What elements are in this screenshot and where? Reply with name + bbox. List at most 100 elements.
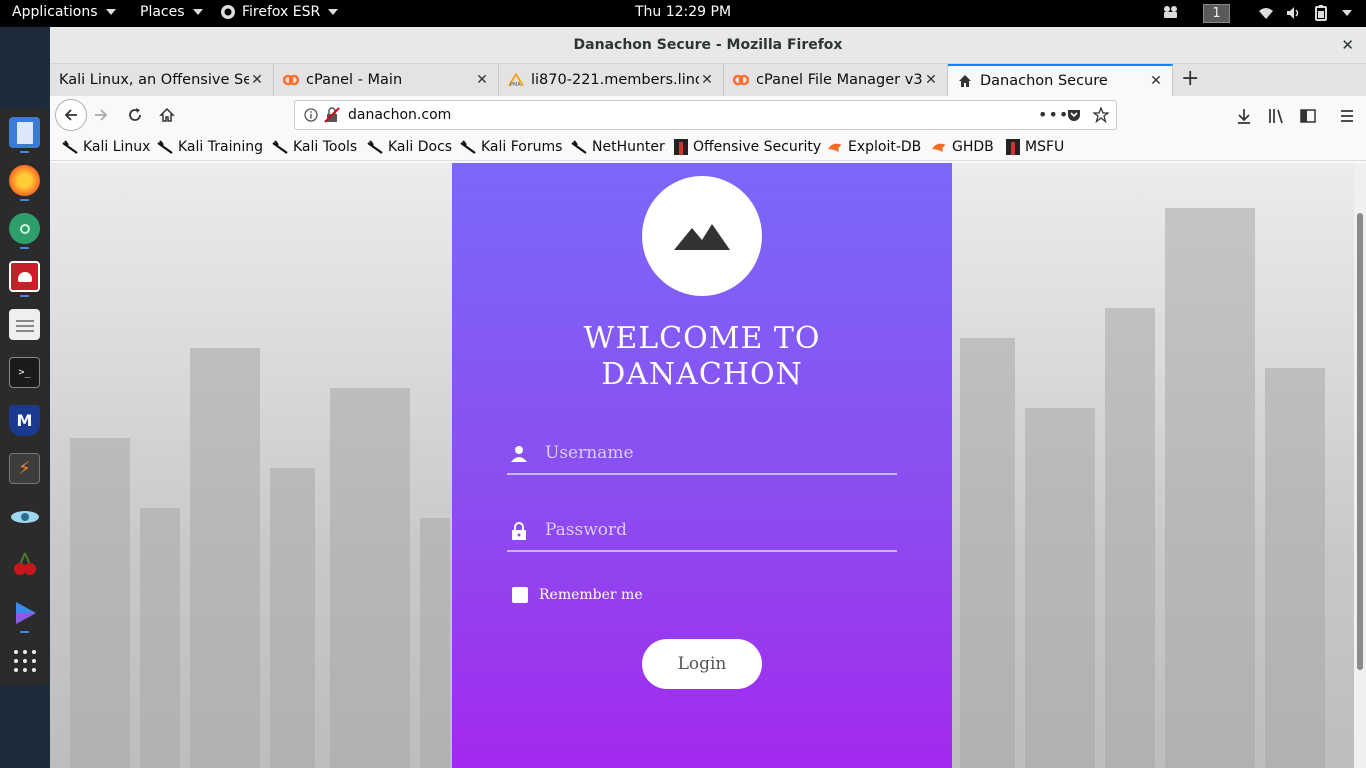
info-icon[interactable] xyxy=(304,108,318,122)
phpmyadmin-icon: PMA xyxy=(508,72,524,88)
bookmark-kali-docs[interactable]: Kali Docs xyxy=(367,139,452,155)
window-close-button[interactable]: ✕ xyxy=(1341,27,1354,64)
password-field xyxy=(507,512,897,552)
bookmark-kali-linux[interactable]: Kali Linux xyxy=(62,139,150,155)
window-titlebar: Danachon Secure - Mozilla Firefox ✕ xyxy=(50,27,1366,64)
tab-phpmyadmin[interactable]: PMA li870-221.members.lino ✕ xyxy=(499,64,724,96)
page-scrollbar[interactable] xyxy=(1354,163,1366,768)
cherrytree-icon[interactable] xyxy=(9,549,40,580)
volume-icon[interactable] xyxy=(1286,6,1302,20)
tab-label: cPanel - Main xyxy=(306,72,403,88)
bookmark-label: MSFU xyxy=(1025,139,1065,155)
bookmark-msfu[interactable]: MSFU xyxy=(1006,139,1064,155)
media-player-icon[interactable] xyxy=(9,597,40,628)
tab-label: cPanel File Manager v3 xyxy=(756,72,923,88)
battery-icon[interactable] xyxy=(1314,5,1328,21)
tab-label: li870-221.members.lino xyxy=(531,72,699,88)
bookmark-kali-forums[interactable]: Kali Forums xyxy=(460,139,562,155)
burp-suite-icon[interactable] xyxy=(9,261,40,292)
kali-dragon-icon xyxy=(272,140,288,154)
new-tab-button[interactable]: + xyxy=(1181,67,1199,91)
remember-me-checkbox[interactable] xyxy=(512,587,528,603)
bookmark-label: Offensive Security xyxy=(693,139,822,155)
bookmark-label: Kali Forums xyxy=(481,139,563,155)
bookmark-label: Kali Tools xyxy=(293,139,358,155)
remember-me[interactable]: Remember me xyxy=(512,587,643,603)
arrow-right-icon xyxy=(95,109,108,121)
hamburger-menu-icon[interactable] xyxy=(1339,108,1355,124)
url-bar[interactable]: danachon.com ••• xyxy=(294,100,1117,130)
bookmark-kali-tools[interactable]: Kali Tools xyxy=(272,139,357,155)
sidebar-icon[interactable] xyxy=(1300,108,1316,124)
tab-cpanel-file-manager[interactable]: cPanel File Manager v3 ✕ xyxy=(724,64,948,96)
scrollbar-thumb[interactable] xyxy=(1357,213,1363,670)
bookmark-label: Kali Linux xyxy=(83,139,151,155)
window-title: Danachon Secure - Mozilla Firefox xyxy=(573,37,843,53)
camera-icon[interactable] xyxy=(1162,5,1180,19)
atom-icon[interactable] xyxy=(9,213,40,244)
login-button[interactable]: Login xyxy=(642,639,762,689)
back-button[interactable] xyxy=(55,99,87,131)
bookmark-nethunter[interactable]: NetHunter xyxy=(571,139,665,155)
password-input[interactable] xyxy=(545,516,885,544)
kali-dragon-icon xyxy=(571,140,587,154)
maltego-eye-icon[interactable] xyxy=(9,501,40,532)
gnome-top-bar: Applications Places Firefox ESR Thu 12:2… xyxy=(0,0,1366,27)
home-icon xyxy=(957,73,973,89)
offsec-icon xyxy=(1006,139,1020,155)
exploitdb-icon xyxy=(932,143,946,152)
zap-icon[interactable]: ⚡ xyxy=(9,453,40,484)
reload-button[interactable] xyxy=(127,107,143,123)
bookmarks-toolbar: Kali Linux Kali Training Kali Tools Kali… xyxy=(50,137,1366,161)
offsec-icon xyxy=(674,139,688,155)
download-icon[interactable] xyxy=(1236,108,1252,124)
bookmark-offensive-security[interactable]: Offensive Security xyxy=(674,139,821,155)
bookmark-ghdb[interactable]: GHDB xyxy=(931,139,994,155)
tab-danachon-secure[interactable]: Danachon Secure ✕ xyxy=(948,64,1173,96)
files-icon[interactable] xyxy=(9,117,40,148)
kali-dragon-icon xyxy=(157,140,173,154)
kali-dragon-icon xyxy=(62,140,78,154)
show-applications-icon[interactable] xyxy=(9,645,40,676)
terminal-icon[interactable]: >_ xyxy=(9,357,40,388)
text-editor-icon[interactable] xyxy=(9,309,40,340)
page-content: WELCOME TO DANACHON Remember me Login xyxy=(50,163,1366,768)
username-input[interactable] xyxy=(545,439,885,467)
tab-close-icon[interactable]: ✕ xyxy=(923,72,939,88)
insecure-lock-icon[interactable] xyxy=(324,107,340,123)
tab-bar: Kali Linux, an Offensive Secu ✕ cPanel -… xyxy=(50,64,1366,96)
clock-label: Thu 12:29 PM xyxy=(634,4,732,20)
welcome-line-2: DANACHON xyxy=(601,357,803,392)
url-text[interactable]: danachon.com xyxy=(348,107,451,123)
bookmark-label: GHDB xyxy=(952,139,994,155)
home-button[interactable] xyxy=(159,107,175,123)
tab-close-icon[interactable]: ✕ xyxy=(1148,73,1164,89)
arrow-left-icon xyxy=(64,109,77,121)
library-icon[interactable] xyxy=(1268,108,1286,124)
bookmark-kali-training[interactable]: Kali Training xyxy=(157,139,263,155)
kali-dragon-icon xyxy=(367,140,383,154)
dock: >_ M ⚡ xyxy=(0,109,49,685)
lock-icon xyxy=(512,522,526,540)
bookmark-exploit-db[interactable]: Exploit-DB xyxy=(827,139,921,155)
tab-close-icon[interactable]: ✕ xyxy=(699,72,715,88)
bookmark-label: Exploit-DB xyxy=(848,139,922,155)
forward-button[interactable] xyxy=(93,107,109,123)
system-menu-chevron-icon[interactable] xyxy=(1342,10,1352,16)
tab-label: Kali Linux, an Offensive Secu xyxy=(59,72,249,88)
tab-close-icon[interactable]: ✕ xyxy=(474,72,490,88)
wifi-icon[interactable] xyxy=(1258,6,1274,20)
metasploit-icon[interactable]: M xyxy=(9,405,40,436)
tab-cpanel-main[interactable]: cPanel - Main ✕ xyxy=(274,64,499,96)
tab-close-icon[interactable]: ✕ xyxy=(249,72,265,88)
pocket-icon[interactable] xyxy=(1066,107,1082,123)
firefox-dock-icon[interactable] xyxy=(9,165,40,196)
login-card: WELCOME TO DANACHON Remember me Login xyxy=(452,163,952,768)
workspace-indicator[interactable]: 1 xyxy=(1203,4,1230,23)
page-actions-icon[interactable]: ••• xyxy=(1038,105,1069,124)
bookmark-label: Kali Docs xyxy=(388,139,453,155)
bookmark-star-icon[interactable] xyxy=(1093,107,1109,123)
firefox-window: Danachon Secure - Mozilla Firefox ✕ Kali… xyxy=(50,27,1366,768)
tab-kali-linux[interactable]: Kali Linux, an Offensive Secu ✕ xyxy=(50,64,274,96)
welcome-heading: WELCOME TO DANACHON xyxy=(452,321,952,393)
